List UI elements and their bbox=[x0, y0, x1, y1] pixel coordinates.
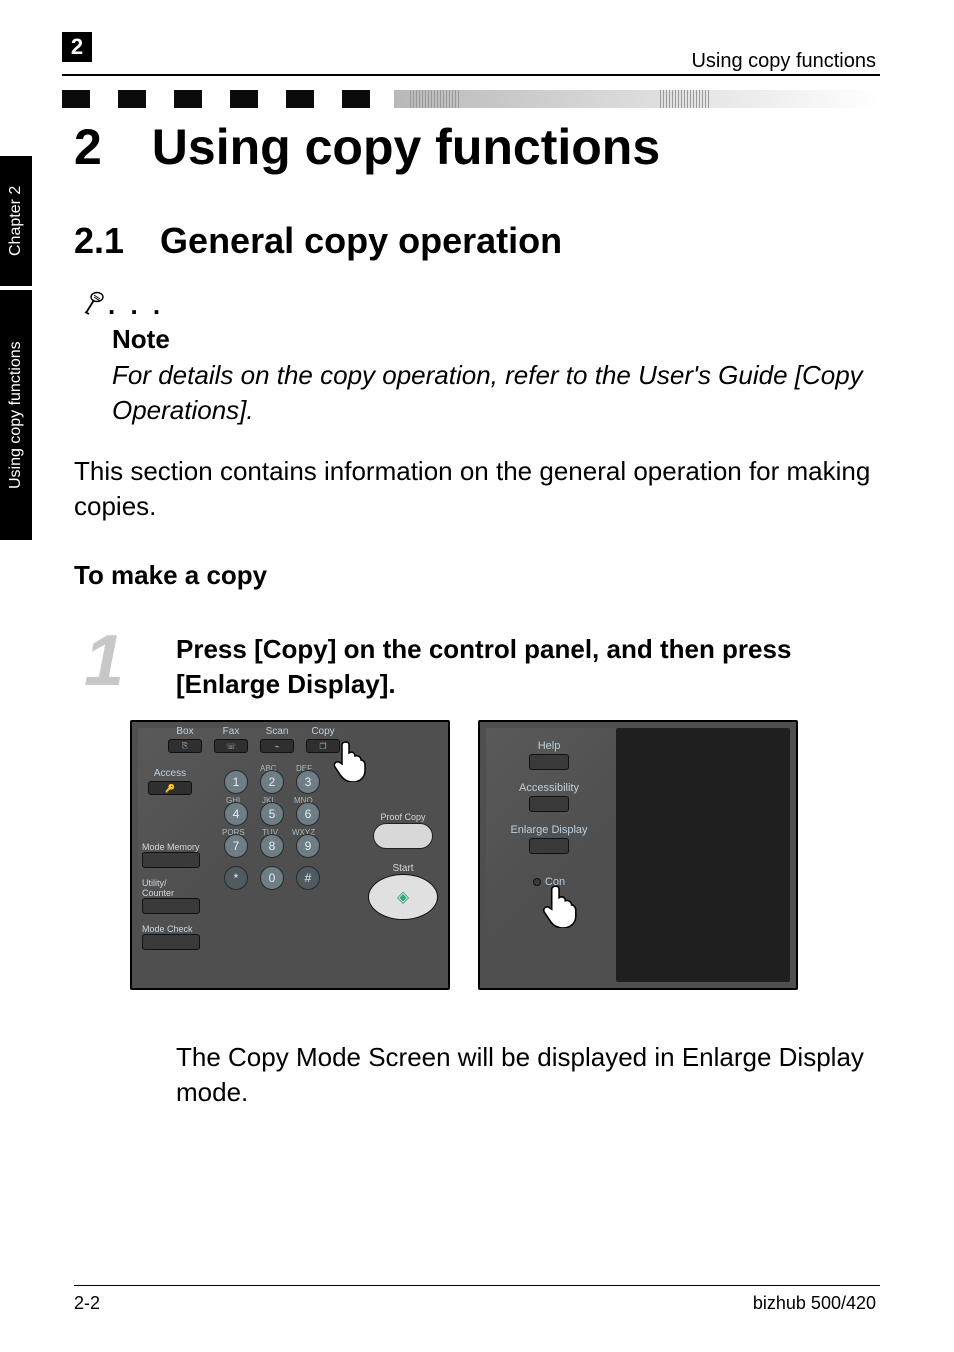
mode-memory-label: Mode Memory bbox=[142, 842, 214, 852]
fax-tab-label: Fax bbox=[223, 726, 240, 737]
access-key-icon: 🔑 bbox=[148, 781, 192, 795]
key-7: 7 bbox=[224, 834, 248, 858]
page-number: 2-2 bbox=[74, 1293, 100, 1314]
start-button: ◈ bbox=[368, 874, 438, 920]
step-1-number: 1 bbox=[84, 620, 124, 702]
scan-tab-icon: ⌁ bbox=[260, 739, 294, 753]
page: 2 Using copy functions Chapter 2 Using c… bbox=[0, 0, 954, 1352]
control-panel-illustration: Box ⎘ Fax ☏ Scan ⌁ Copy ❐ bbox=[130, 720, 450, 990]
proof-copy-label: Proof Copy bbox=[380, 812, 425, 822]
accessibility-label: Accessibility bbox=[519, 782, 579, 794]
copy-tab-label: Copy bbox=[311, 726, 334, 737]
decorative-stripes bbox=[660, 90, 710, 108]
scan-tab: Scan ⌁ bbox=[260, 726, 294, 753]
box-tab-icon: ⎘ bbox=[168, 739, 202, 753]
chapter-title: 2 Using copy functions bbox=[74, 118, 660, 176]
key-0: 0 bbox=[260, 866, 284, 890]
key-4: 4 bbox=[224, 802, 248, 826]
chapter-number-tab: 2 bbox=[62, 32, 92, 62]
utility-counter-label: Utility/ Counter bbox=[142, 878, 214, 898]
illustration-row: Box ⎘ Fax ☏ Scan ⌁ Copy ❐ bbox=[130, 720, 798, 990]
start-label: Start bbox=[392, 863, 413, 874]
intro-paragraph: This section contains information on the… bbox=[74, 454, 874, 524]
access-label: Access bbox=[154, 768, 186, 779]
touchscreen-area bbox=[616, 728, 790, 982]
header-rule bbox=[62, 74, 880, 76]
section-title: 2.1 General copy operation bbox=[74, 220, 562, 262]
enlarge-display-illustration: Help Accessibility Enlarge Display Con bbox=[478, 720, 798, 990]
key-2: 2 bbox=[260, 770, 284, 794]
help-button bbox=[529, 754, 569, 770]
access-button: Access 🔑 bbox=[148, 768, 192, 795]
key-8: 8 bbox=[260, 834, 284, 858]
key-star: * bbox=[224, 866, 248, 890]
note-body: For details on the copy operation, refer… bbox=[112, 358, 874, 428]
mode-memory-button bbox=[142, 852, 200, 868]
step-1-result-text: The Copy Mode Screen will be displayed i… bbox=[176, 1040, 874, 1110]
decorative-tickbar bbox=[62, 90, 880, 108]
enlarge-display-button bbox=[529, 838, 569, 854]
key-9: 9 bbox=[296, 834, 320, 858]
fax-tab: Fax ☏ bbox=[214, 726, 248, 753]
box-tab-label: Box bbox=[176, 726, 193, 737]
proof-copy-button bbox=[373, 823, 433, 849]
key-5: 5 bbox=[260, 802, 284, 826]
sidebar-section-tab: Using copy functions bbox=[0, 290, 32, 540]
key-hash: # bbox=[296, 866, 320, 890]
step-1-text: Press [Copy] on the control panel, and t… bbox=[176, 632, 874, 702]
fax-tab-icon: ☏ bbox=[214, 739, 248, 753]
hand-pointer-icon bbox=[536, 882, 574, 920]
key-1: 1 bbox=[224, 770, 248, 794]
utility-counter-button bbox=[142, 898, 200, 914]
sidebar-chapter-tab: Chapter 2 bbox=[0, 156, 32, 286]
left-function-column: Mode Memory Utility/ Counter Mode Check bbox=[142, 842, 214, 950]
key-6: 6 bbox=[296, 802, 320, 826]
key-3: 3 bbox=[296, 770, 320, 794]
header: 2 Using copy functions bbox=[0, 32, 954, 84]
box-tab: Box ⎘ bbox=[168, 726, 202, 753]
accessibility-button bbox=[529, 796, 569, 812]
mode-check-label: Mode Check bbox=[142, 924, 214, 934]
note-icon bbox=[82, 290, 106, 323]
scan-tab-label: Scan bbox=[266, 726, 289, 737]
mode-check-button bbox=[142, 934, 200, 950]
running-header: Using copy functions bbox=[691, 50, 876, 73]
model-name: bizhub 500/420 bbox=[753, 1293, 876, 1314]
right-function-column: Proof Copy Start ◈ bbox=[368, 812, 438, 920]
mode-tab-row: Box ⎘ Fax ☏ Scan ⌁ Copy ❐ bbox=[168, 726, 340, 753]
decorative-stripes bbox=[410, 90, 460, 108]
hand-pointer-icon bbox=[328, 738, 366, 776]
footer-rule bbox=[74, 1285, 880, 1286]
procedure-heading: To make a copy bbox=[74, 560, 267, 591]
help-label: Help bbox=[538, 740, 561, 752]
note-ellipsis: . . . bbox=[108, 290, 164, 321]
numeric-keypad: 1 2 3 4 5 6 7 8 9 * 0 # bbox=[224, 770, 322, 892]
note-heading: Note bbox=[112, 324, 170, 355]
enlarge-display-label: Enlarge Display bbox=[510, 824, 587, 836]
accessibility-button-column: Help Accessibility Enlarge Display Con bbox=[494, 740, 604, 888]
